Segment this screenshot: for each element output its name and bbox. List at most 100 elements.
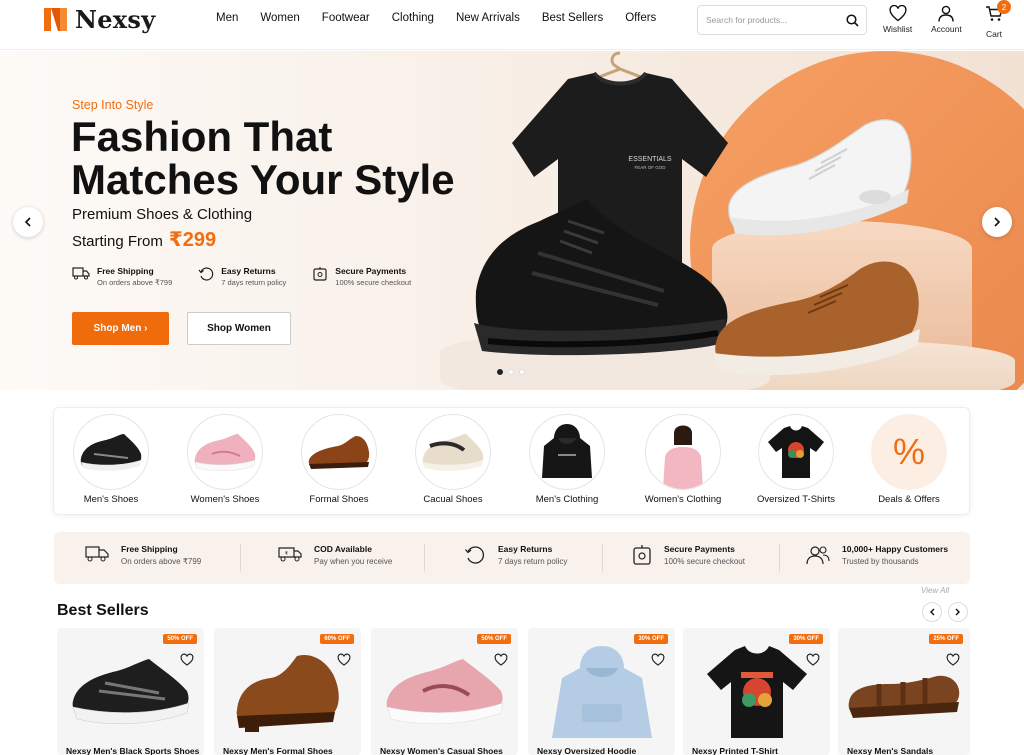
perk-secure-payments: Secure Payments 100% secure checkout [312, 266, 411, 287]
perk-title: Easy Returns [221, 266, 276, 276]
nav-offers[interactable]: Offers [625, 12, 656, 24]
chevron-right-icon [994, 217, 1001, 227]
wishlist-heart-icon[interactable] [651, 653, 665, 667]
secure-payment-icon [313, 267, 327, 281]
user-icon [938, 5, 955, 22]
category-deals-offers[interactable]: % Deals & Offers [854, 414, 964, 505]
nav-best-sellers[interactable]: Best Sellers [542, 12, 603, 24]
brand-name: Nexsy [75, 5, 156, 34]
search-icon[interactable] [838, 6, 866, 34]
category-womens-clothing[interactable]: Women's Clothing [628, 414, 738, 505]
carousel-dots [497, 369, 525, 375]
wishlist-button[interactable]: Wishlist [883, 5, 912, 34]
category-image [73, 414, 149, 490]
carousel-dot-2[interactable] [508, 369, 514, 375]
category-mens-shoes[interactable]: Men's Shoes [56, 414, 166, 505]
best-sellers-heading: Best Sellers [57, 602, 149, 619]
cart-label: Cart [985, 29, 1003, 39]
chevron-right-icon [955, 608, 960, 616]
feature-happy-customers: 10,000+ Happy Customers Trusted by thousa… [806, 544, 948, 566]
feature-free-shipping: Free Shipping On orders above ₹799 [85, 544, 201, 566]
wishlist-heart-icon[interactable] [806, 653, 820, 667]
nav-women[interactable]: Women [260, 12, 299, 24]
truck-icon [85, 546, 109, 562]
wishlist-heart-icon[interactable] [494, 653, 508, 667]
best-sellers-next-button[interactable] [948, 602, 968, 622]
product-card[interactable]: 25% OFF Nexsy Men's Sandals [838, 628, 970, 755]
tshirt-print-line1: ESSENTIALS [628, 156, 672, 163]
percent-icon: % [892, 431, 925, 472]
cod-van-icon: ₹ [278, 547, 302, 562]
perk-easy-returns: Easy Returns 7 days return policy [198, 266, 286, 287]
product-name: Nexsy Women's Casual Shoes [380, 746, 503, 755]
category-label: Formal Shoes [309, 494, 369, 505]
brand-logo[interactable]: Nexsy [42, 5, 155, 34]
category-formal-shoes[interactable]: Formal Shoes [284, 414, 394, 505]
nav-men[interactable]: Men [216, 12, 238, 24]
product-card[interactable]: 50% OFF Nexsy Men's Black Sports Shoes [57, 628, 204, 755]
product-card[interactable]: 30% OFF Nexsy Printed T-Shirt [683, 628, 830, 755]
feature-divider [779, 544, 780, 572]
category-oversized-tshirts[interactable]: Oversized T-Shirts [741, 414, 851, 505]
feature-title: Easy Returns [498, 544, 553, 554]
category-mens-clothing[interactable]: Men's Clothing [512, 414, 622, 505]
starting-from-label: Starting From [72, 233, 163, 250]
returns-icon [198, 267, 214, 281]
category-womens-shoes[interactable]: Women's Shoes [170, 414, 280, 505]
perk-desc: 7 days return policy [221, 278, 287, 287]
product-name: Nexsy Oversized Hoodie [537, 746, 637, 755]
best-sellers-prev-button[interactable] [922, 602, 942, 622]
hero-title-line2: Matches Your Style [71, 156, 455, 203]
wishlist-heart-icon[interactable] [946, 653, 960, 667]
wishlist-heart-icon[interactable] [337, 653, 351, 667]
truck-icon [72, 267, 90, 280]
category-label: Oversized T-Shirts [757, 494, 835, 505]
svg-text:₹: ₹ [285, 551, 288, 557]
discount-badge: 50% OFF [163, 634, 197, 644]
category-label: Men's Clothing [535, 494, 599, 505]
hero-next-button[interactable] [982, 207, 1012, 237]
feature-divider [424, 544, 425, 572]
product-card[interactable]: 50% OFF Nexsy Women's Casual Shoes [371, 628, 518, 755]
cart-button[interactable]: 2 Cart [985, 0, 1011, 39]
carousel-dot-1[interactable] [497, 369, 503, 375]
hero-eyebrow: Step Into Style [72, 98, 154, 112]
product-name: Nexsy Men's Black Sports Shoes [66, 746, 200, 755]
nav-clothing[interactable]: Clothing [392, 12, 434, 24]
wishlist-label: Wishlist [883, 24, 913, 34]
feature-desc: On orders above ₹799 [121, 557, 202, 566]
hero-title: Fashion That Matches Your Style [71, 115, 471, 201]
white-sneaker-image [728, 119, 912, 236]
feature-divider [602, 544, 603, 572]
view-all-link[interactable]: View All [921, 586, 949, 595]
search-input[interactable] [706, 7, 838, 33]
logo-mark-icon [44, 8, 67, 31]
chevron-left-icon [24, 217, 31, 227]
shop-women-button[interactable]: Shop Women [187, 312, 291, 345]
wishlist-heart-icon[interactable] [180, 653, 194, 667]
category-image: % [871, 414, 947, 490]
feature-desc: Pay when you receive [314, 557, 393, 566]
features-strip: Free Shipping On orders above ₹799 ₹ COD … [54, 532, 970, 584]
nav-new-arrivals[interactable]: New Arrivals [456, 12, 520, 24]
product-card[interactable]: 60% OFF Nexsy Men's Formal Shoes [214, 628, 361, 755]
nav-footwear[interactable]: Footwear [322, 12, 370, 24]
starting-price-value: ₹299 [168, 229, 217, 251]
tshirt-print-line2: FEAR OF GOD [634, 165, 666, 170]
carousel-dot-3[interactable] [519, 369, 525, 375]
product-card[interactable]: 30% OFF Nexsy Oversized Hoodie [528, 628, 675, 755]
category-image [301, 414, 377, 490]
feature-title: Secure Payments [664, 544, 735, 554]
hero-prev-button[interactable] [13, 207, 43, 237]
category-image [415, 414, 491, 490]
feature-divider [240, 544, 241, 572]
discount-badge: 25% OFF [929, 634, 963, 644]
category-casual-shoes[interactable]: Cacual Shoes [398, 414, 508, 505]
black-sneaker-image [474, 199, 728, 356]
feature-cod: ₹ COD Available Pay when you receive [278, 544, 392, 566]
product-name: Nexsy Men's Sandals [847, 746, 934, 755]
feature-desc: Trusted by thousands [842, 557, 919, 566]
shop-men-button[interactable]: Shop Men › [72, 312, 169, 345]
account-button[interactable]: Account [931, 5, 962, 34]
category-image [645, 414, 721, 490]
